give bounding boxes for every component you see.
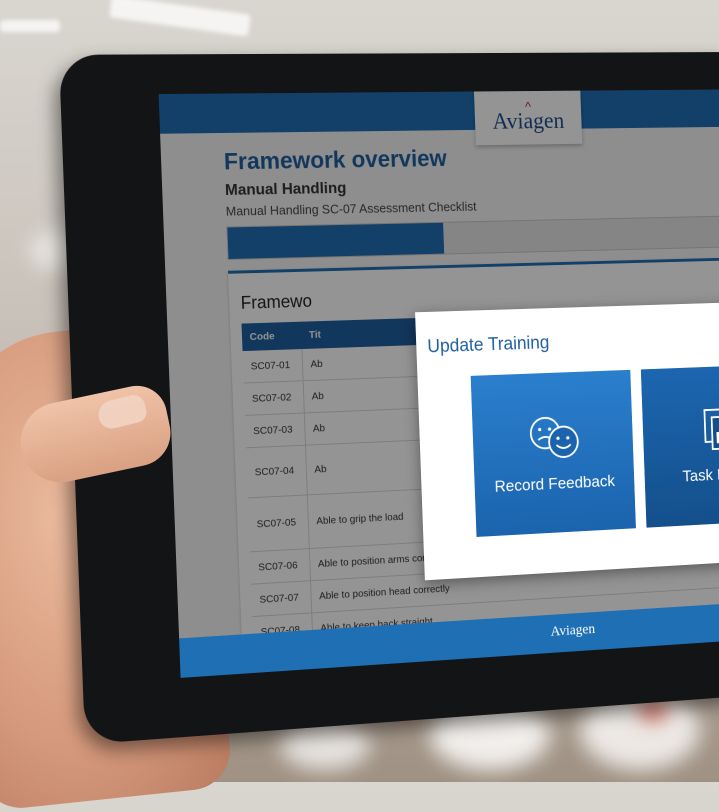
- task-evidence-button[interactable]: Task Eviden: [640, 363, 719, 528]
- footer-logo: Aviagen: [550, 621, 596, 640]
- task-evidence-label: Task Eviden: [682, 463, 719, 486]
- app-screen: ^ Aviagen Framework overview Manual Hand…: [158, 89, 719, 678]
- documents-icon: [699, 405, 719, 454]
- record-feedback-label: Record Feedback: [494, 471, 616, 496]
- record-feedback-button[interactable]: Record Feedback: [470, 369, 636, 537]
- update-training-modal: Update Training Record Feedback Task Evi…: [415, 295, 719, 581]
- smiley-faces-icon: [525, 411, 582, 463]
